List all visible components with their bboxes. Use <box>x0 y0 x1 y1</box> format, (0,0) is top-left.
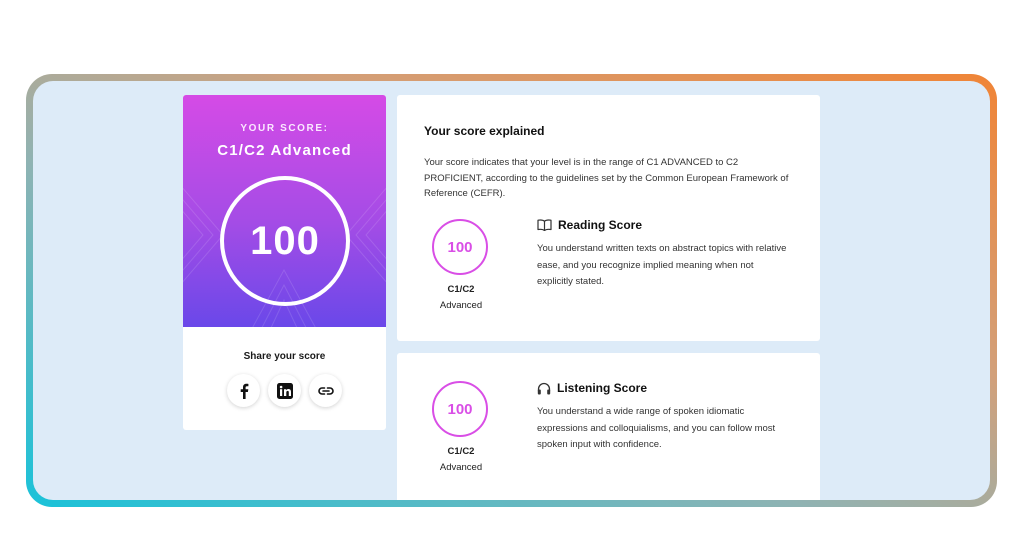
reading-score-ring: 100 <box>432 219 488 275</box>
share-facebook-button[interactable] <box>227 374 260 407</box>
reading-score-title-text: Reading Score <box>558 218 643 232</box>
results-area: YOUR SCORE: C1/C2 Advanced 100 Share you… <box>33 81 990 500</box>
book-icon <box>537 219 552 231</box>
listening-score-description: You understand a wide range of spoken id… <box>537 406 776 450</box>
share-label: Share your score <box>243 351 326 362</box>
your-score-label: YOUR SCORE: <box>240 123 329 134</box>
gradient-frame: YOUR SCORE: C1/C2 Advanced 100 Share you… <box>26 74 997 507</box>
listening-level-code: C1/C2 <box>447 446 475 457</box>
copy-link-button[interactable] <box>309 374 342 407</box>
panel-title: Your score explained <box>424 124 545 138</box>
share-buttons <box>183 374 386 407</box>
share-linkedin-button[interactable] <box>268 374 301 407</box>
headphones-icon <box>537 382 551 394</box>
facebook-icon <box>240 383 248 399</box>
overall-score-ring: 100 <box>220 176 350 306</box>
linkedin-icon <box>276 382 293 399</box>
reading-score-title: Reading Score <box>537 218 642 232</box>
reading-level-caption: C1/C2 Advanced <box>417 282 505 314</box>
listening-score-ring: 100 <box>432 381 488 437</box>
score-card: YOUR SCORE: C1/C2 Advanced 100 Share you… <box>183 95 386 430</box>
link-icon <box>317 386 334 395</box>
overall-score-value: 100 <box>250 218 320 263</box>
reading-score-description: You understand written texts on abstract… <box>537 243 787 287</box>
reading-level-code: C1/C2 <box>447 284 475 295</box>
panel-description: Your score indicates that your level is … <box>424 157 789 199</box>
listening-score-title: Listening Score <box>537 381 647 395</box>
score-level: C1/C2 Advanced <box>217 142 352 159</box>
score-explained-panel: Your score explained Your score indicate… <box>397 95 820 341</box>
score-card-header: YOUR SCORE: C1/C2 Advanced 100 <box>183 95 386 327</box>
reading-level-name: Advanced <box>439 300 483 311</box>
listening-score-title-text: Listening Score <box>557 381 648 395</box>
listening-score-panel: 100 C1/C2 Advanced Listening Score You u… <box>397 353 820 500</box>
listening-score-value: 100 <box>447 400 473 418</box>
listening-level-name: Advanced <box>439 462 483 473</box>
listening-level-caption: C1/C2 Advanced <box>417 444 505 476</box>
reading-score-value: 100 <box>447 238 473 256</box>
